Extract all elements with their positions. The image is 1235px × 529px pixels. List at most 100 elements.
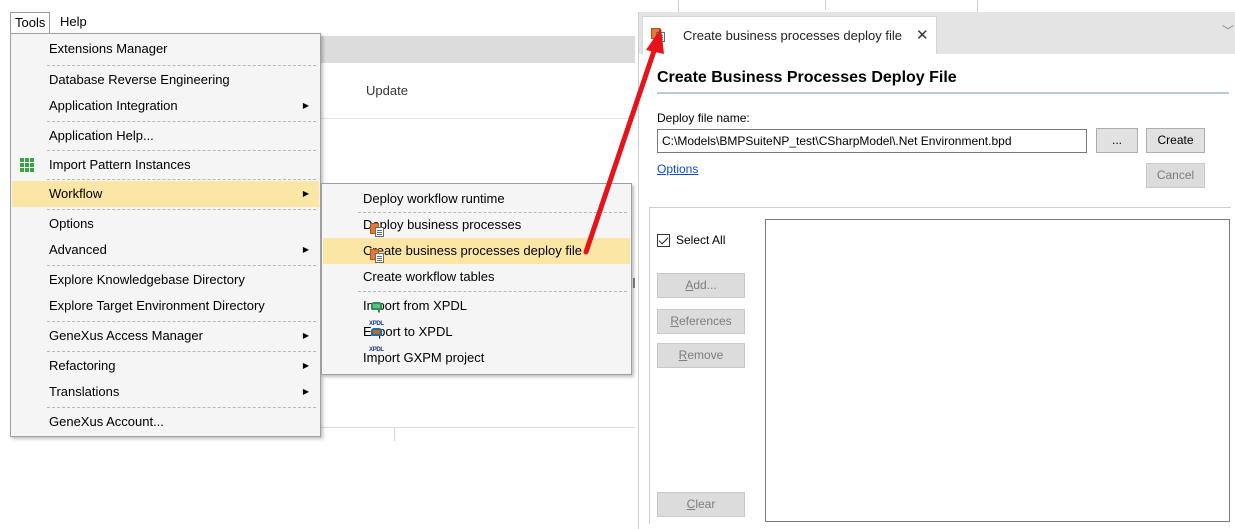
pattern-grid-icon (20, 158, 34, 172)
menu-item-translations[interactable]: Translations ▶ (12, 379, 319, 405)
menu-item-label: Refactoring (49, 358, 116, 373)
menu-item-refactoring[interactable]: Refactoring ▶ (12, 353, 319, 379)
workflow-submenu: Deploy workflow runtime Deploy business … (321, 183, 632, 375)
menu-item-label: GeneXus Access Manager (49, 328, 203, 343)
deploy-file-panel: Create business processes deploy file ✕ … (638, 12, 1235, 529)
menu-item-deploy-workflow-runtime[interactable]: Deploy workflow runtime (323, 186, 630, 212)
menu-item-create-business-processes-deploy-file[interactable]: Create business processes deploy file (323, 238, 630, 264)
deploy-file-name-label: Deploy file name: (657, 111, 750, 125)
menu-item-create-workflow-tables[interactable]: Create workflow tables (323, 264, 630, 290)
clear-button[interactable]: Clear (657, 492, 745, 517)
ide-column-divider (394, 427, 395, 441)
menu-item-label: Workflow (49, 186, 103, 201)
menu-separator (47, 321, 316, 322)
menu-item-application-help[interactable]: Application Help... (12, 123, 319, 149)
add-label: dd... (693, 278, 717, 292)
menu-item-application-integration[interactable]: Application Integration ▶ (12, 93, 319, 119)
menu-item-label: Explore Knowledgebase Directory (49, 272, 245, 287)
menu-item-label: Application Help... (49, 128, 154, 143)
menu-item-label: Application Integration (49, 98, 178, 113)
menu-separator (47, 179, 316, 180)
menu-item-label: GeneXus Account... (49, 414, 164, 429)
add-button[interactable]: Add... (657, 273, 745, 298)
menu-item-import-pattern-instances[interactable]: Import Pattern Instances (12, 152, 319, 178)
submenu-arrow-icon: ▶ (302, 387, 309, 396)
menu-separator (47, 407, 316, 408)
menu-item-explore-target-environment-directory[interactable]: Explore Target Environment Directory (12, 293, 319, 319)
menu-separator (47, 265, 316, 266)
submenu-arrow-icon: ▶ (302, 331, 309, 340)
select-all-label: Select All (676, 233, 726, 247)
ide-top-strip (0, 0, 635, 12)
create-button[interactable]: Create (1146, 128, 1205, 153)
menu-item-advanced[interactable]: Advanced ▶ (12, 237, 319, 263)
menu-separator (47, 121, 316, 122)
menu-item-import-from-xpdl[interactable]: XPDL Import from XPDL (323, 293, 630, 327)
deploy-file-name-input[interactable] (657, 129, 1087, 153)
menu-separator (358, 291, 627, 292)
deploy-file-icon (651, 28, 665, 42)
remove-button[interactable]: Remove (657, 343, 745, 368)
objects-list[interactable] (765, 219, 1230, 522)
submenu-arrow-icon: ▶ (302, 361, 309, 370)
menu-item-deploy-business-processes[interactable]: Deploy business processes (323, 212, 630, 238)
menu-separator (47, 65, 316, 66)
menu-item-database-reverse-engineering[interactable]: Database Reverse Engineering (12, 67, 319, 93)
menu-item-genexus-access-manager[interactable]: GeneXus Access Manager ▶ (12, 323, 319, 349)
chevron-down-icon[interactable]: ﹀ (1222, 22, 1234, 39)
select-all-checkbox[interactable]: Select All (657, 233, 725, 247)
menu-item-export-to-xpdl[interactable]: XPDL Export to XPDL (323, 319, 630, 353)
tab-title: Create business processes deploy file (683, 28, 902, 43)
close-icon[interactable]: ✕ (916, 17, 929, 55)
menu-item-label: Translations (49, 384, 120, 399)
menu-item-label: Deploy business processes (363, 217, 522, 232)
menu-help[interactable]: Help (56, 12, 91, 34)
menu-item-extensions-manager[interactable]: Extensions Manager (12, 36, 319, 62)
menu-item-workflow[interactable]: Workflow ▶ (12, 181, 319, 207)
top-toolbar-edge (678, 0, 978, 12)
cancel-button[interactable]: Cancel (1146, 163, 1205, 188)
menu-separator (47, 150, 316, 151)
update-column-header: Update (366, 83, 408, 98)
submenu-arrow-icon: ▶ (302, 189, 309, 198)
ide-divider (320, 118, 635, 119)
menu-item-label: Deploy workflow runtime (363, 191, 505, 206)
checkbox-checked-icon[interactable] (657, 233, 670, 247)
menu-item-label: Import Pattern Instances (49, 157, 191, 172)
ide-divider-bottom (320, 427, 635, 428)
clear-label: lear (695, 497, 716, 511)
tools-menu: Extensions Manager Database Reverse Engi… (10, 33, 321, 437)
menu-item-label: Options (49, 216, 94, 231)
submenu-arrow-icon: ▶ (302, 245, 309, 254)
menu-tools[interactable]: Tools (10, 12, 51, 34)
references-button[interactable]: References (657, 309, 745, 334)
menu-item-label: Advanced (49, 242, 107, 257)
title-underline (657, 92, 1229, 94)
menu-item-explore-knowledgebase-directory[interactable]: Explore Knowledgebase Directory (12, 267, 319, 293)
remove-mnemonic: R (678, 348, 688, 362)
menu-item-label: Create workflow tables (363, 269, 495, 284)
references-label: eferences (678, 314, 732, 328)
browse-button[interactable]: ... (1096, 128, 1138, 153)
menu-item-label: Extensions Manager (49, 41, 168, 56)
document-tab-bar: Create business processes deploy file ✕ … (639, 12, 1235, 54)
menu-separator (47, 209, 316, 210)
ide-toolbar-band (320, 36, 635, 63)
tab-create-deploy-file[interactable]: Create business processes deploy file ✕ (642, 16, 937, 54)
menu-item-label: Explore Target Environment Directory (49, 298, 265, 313)
references-mnemonic: R (670, 314, 679, 328)
ide-scroll-tick (633, 278, 635, 288)
menu-item-options[interactable]: Options (12, 211, 319, 237)
options-link[interactable]: Options (657, 162, 698, 176)
menu-item-label: Database Reverse Engineering (49, 72, 230, 87)
submenu-arrow-icon: ▶ (302, 101, 309, 110)
menu-item-label: Create business processes deploy file (363, 243, 582, 258)
top-toolbar-divider (825, 0, 826, 10)
menu-separator (47, 351, 316, 352)
page-title: Create Business Processes Deploy File (657, 69, 957, 86)
menubar: Tools Help (0, 12, 320, 34)
remove-label: emove (687, 348, 724, 362)
menu-item-genexus-account[interactable]: GeneXus Account... (12, 409, 319, 435)
menu-item-import-gxpm-project[interactable]: Import GXPM project (323, 345, 630, 371)
menu-item-label: Import GXPM project (363, 350, 485, 365)
